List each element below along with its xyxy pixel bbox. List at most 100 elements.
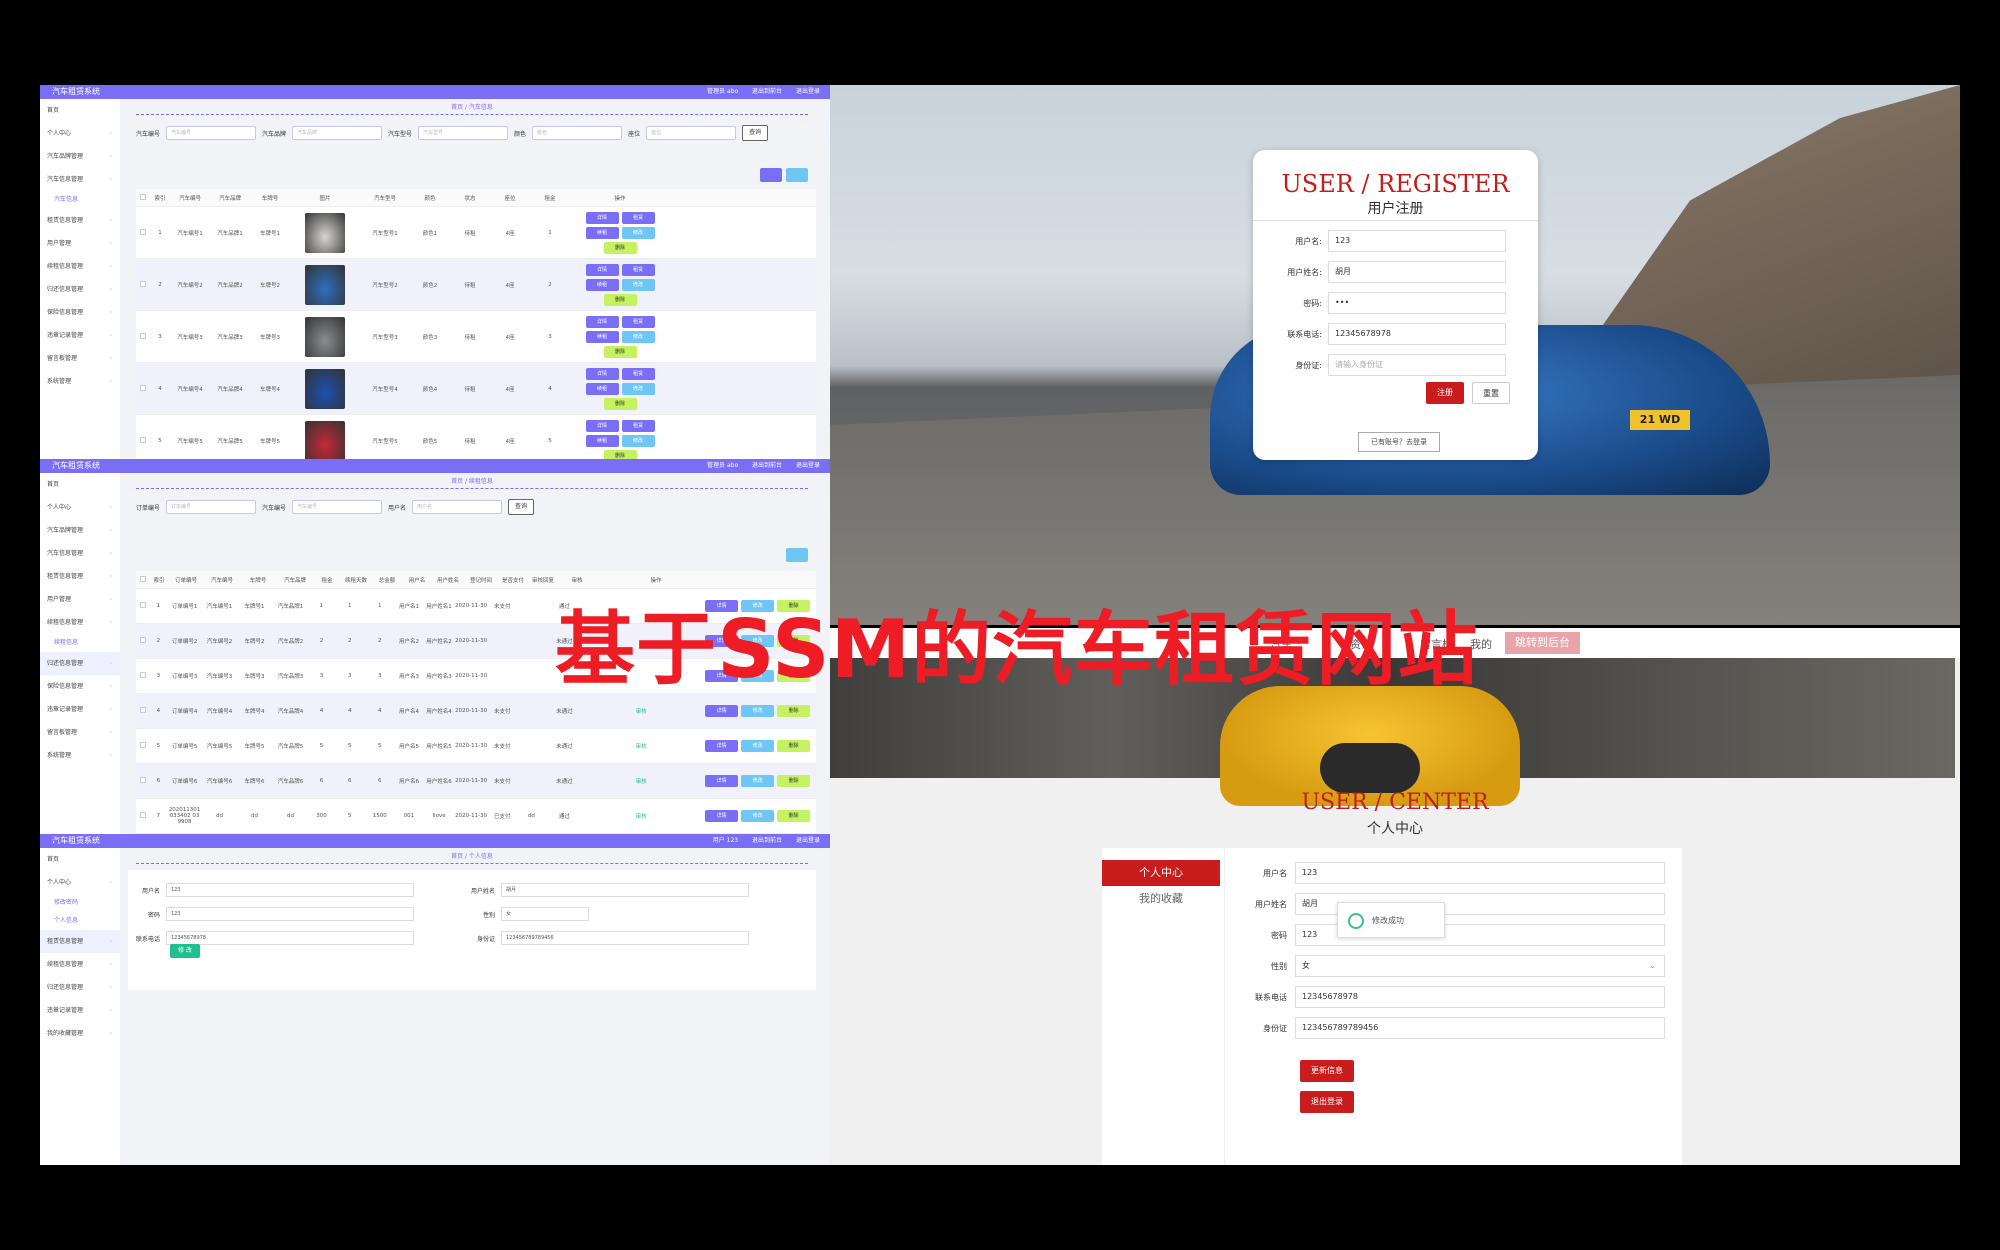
- checkbox[interactable]: [139, 637, 146, 643]
- filter-input[interactable]: 汽车品牌: [292, 126, 383, 140]
- search-button[interactable]: 查询: [508, 499, 535, 515]
- sidebar-item[interactable]: 个人信息: [40, 912, 120, 930]
- sidebar-item[interactable]: 保险信息管理: [40, 301, 120, 324]
- action-button[interactable]: 租赁: [621, 315, 655, 328]
- row-checkbox[interactable]: [136, 742, 150, 750]
- action-button[interactable]: 详情: [705, 810, 739, 822]
- admin-user-link[interactable]: 管理员 abo: [707, 462, 738, 469]
- sidebar-item[interactable]: 用户管理: [40, 588, 120, 611]
- delete-batch-button[interactable]: [786, 548, 808, 562]
- action-button[interactable]: 租赁: [621, 419, 655, 432]
- sidebar-item[interactable]: 违章记录管理: [40, 324, 120, 347]
- menu-item-profile[interactable]: 个人中心: [1102, 860, 1220, 886]
- sidebar-item[interactable]: 汽车品牌管理: [40, 519, 120, 542]
- sidebar-item[interactable]: 修改密码: [40, 894, 120, 912]
- sidebar-item[interactable]: 系统管理: [40, 744, 120, 767]
- sidebar-item[interactable]: 汽车信息管理: [40, 542, 120, 565]
- action-button[interactable]: 租赁: [621, 211, 655, 224]
- add-button[interactable]: [760, 168, 782, 182]
- action-button[interactable]: 详情: [585, 419, 619, 432]
- row-checkbox[interactable]: [136, 777, 150, 785]
- delete-batch-button[interactable]: [786, 168, 808, 182]
- row-checkbox[interactable]: [136, 280, 150, 289]
- field-input[interactable]: 12345678978: [1328, 323, 1506, 345]
- field-input[interactable]: •••: [1328, 292, 1506, 314]
- sidebar-item[interactable]: 续租信息管理: [40, 611, 120, 634]
- action-button[interactable]: 修改: [741, 810, 775, 822]
- row-checkbox[interactable]: [136, 602, 150, 610]
- action-button[interactable]: 续租: [585, 434, 619, 447]
- sidebar-item[interactable]: 租赁信息管理: [40, 930, 120, 953]
- filter-input[interactable]: 订单编号: [166, 500, 257, 514]
- action-button[interactable]: 续租: [585, 278, 619, 291]
- checkbox[interactable]: [140, 436, 146, 443]
- filter-input[interactable]: 颜色: [532, 126, 623, 140]
- to-front-link[interactable]: 退出到前台: [752, 88, 782, 95]
- sidebar-item[interactable]: 归还信息管理: [40, 976, 120, 999]
- sidebar-item[interactable]: 续租信息管理: [40, 255, 120, 278]
- to-front-link[interactable]: 退出到前台: [752, 837, 782, 844]
- sidebar-item[interactable]: 续租信息: [40, 634, 120, 652]
- checkbox[interactable]: [139, 602, 146, 608]
- sidebar-item[interactable]: 系统管理: [40, 370, 120, 393]
- action-button[interactable]: 详情: [585, 211, 619, 224]
- logout-link[interactable]: 退出登录: [796, 837, 820, 844]
- sidebar-item[interactable]: 违章记录管理: [40, 999, 120, 1022]
- sidebar-item[interactable]: 汽车信息: [40, 191, 120, 209]
- modify-button[interactable]: 修 改: [170, 944, 200, 958]
- select-all-checkbox[interactable]: [136, 575, 150, 584]
- sidebar-item[interactable]: 保险信息管理: [40, 675, 120, 698]
- field-input[interactable]: 123: [1295, 862, 1665, 884]
- audit-link[interactable]: 审核: [583, 742, 700, 750]
- action-button[interactable]: 删除: [603, 345, 637, 358]
- audit-link[interactable]: 审核: [583, 812, 700, 820]
- action-button[interactable]: 修改: [741, 740, 775, 752]
- field-input[interactable]: 12345678978: [166, 931, 414, 945]
- reset-button[interactable]: 重置: [1472, 382, 1510, 404]
- row-checkbox[interactable]: [136, 707, 150, 715]
- row-checkbox[interactable]: [136, 228, 150, 237]
- action-button[interactable]: 修改: [741, 705, 775, 717]
- logout-link[interactable]: 退出登录: [796, 462, 820, 469]
- action-button[interactable]: 续租: [585, 382, 619, 395]
- field-input[interactable]: 123: [166, 883, 414, 897]
- search-button[interactable]: 查询: [742, 125, 769, 141]
- field-input[interactable]: 123: [1328, 230, 1506, 252]
- sidebar-item[interactable]: 首页: [40, 848, 120, 871]
- action-button[interactable]: 删除: [603, 397, 637, 410]
- sidebar-item[interactable]: 个人中心: [40, 496, 120, 519]
- row-checkbox[interactable]: [136, 672, 150, 680]
- action-button[interactable]: 详情: [585, 367, 619, 380]
- checkbox[interactable]: [140, 384, 146, 391]
- action-button[interactable]: 删除: [777, 775, 811, 787]
- sidebar-item[interactable]: 用户管理: [40, 232, 120, 255]
- sidebar-item[interactable]: 归还信息管理: [40, 652, 120, 675]
- row-checkbox[interactable]: [136, 332, 150, 341]
- action-button[interactable]: 续租: [585, 226, 619, 239]
- filter-input[interactable]: 汽车编号: [292, 500, 383, 514]
- sidebar-item[interactable]: 首页: [40, 473, 120, 496]
- action-button[interactable]: 删除: [777, 705, 811, 717]
- filter-input[interactable]: 汽车编号: [166, 126, 257, 140]
- menu-item-favorites[interactable]: 我的收藏: [1102, 886, 1220, 912]
- action-button[interactable]: 修改: [621, 330, 655, 343]
- sidebar-item[interactable]: 首页: [40, 99, 120, 122]
- sidebar-item[interactable]: 租赁信息管理: [40, 209, 120, 232]
- update-info-button[interactable]: 更新信息: [1300, 1060, 1354, 1082]
- field-input[interactable]: 女: [501, 907, 589, 921]
- action-button[interactable]: 详情: [705, 740, 739, 752]
- checkbox[interactable]: [139, 742, 146, 748]
- checkbox[interactable]: [139, 812, 146, 818]
- checkbox[interactable]: [139, 672, 146, 678]
- action-button[interactable]: 修改: [621, 382, 655, 395]
- logout-link[interactable]: 退出登录: [796, 88, 820, 95]
- filter-input[interactable]: 座位: [646, 126, 737, 140]
- user-link[interactable]: 用户 123: [713, 837, 738, 844]
- row-checkbox[interactable]: [136, 436, 150, 445]
- action-button[interactable]: 详情: [585, 315, 619, 328]
- action-button[interactable]: 详情: [705, 705, 739, 717]
- sidebar-item[interactable]: 汽车品牌管理: [40, 145, 120, 168]
- sidebar-item[interactable]: 留言板管理: [40, 721, 120, 744]
- filter-input[interactable]: 汽车型号: [418, 126, 509, 140]
- action-button[interactable]: 删除: [777, 740, 811, 752]
